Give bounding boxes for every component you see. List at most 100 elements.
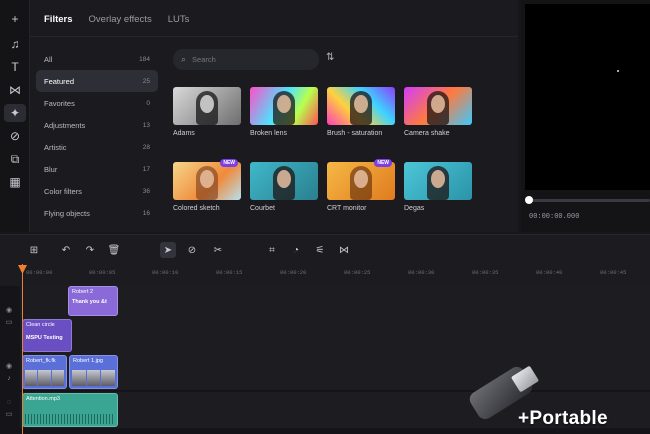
select-tool-icon[interactable]: ➤ (160, 242, 176, 258)
ruler-tick: 00:00:45 (600, 269, 627, 276)
clip-title: Robert_fk.fk (26, 358, 56, 364)
category-count: 0 (146, 99, 150, 107)
filter-card-broken-lens[interactable]: Broken lens (250, 87, 318, 137)
filter-label: Adams (173, 130, 195, 137)
tab-overlay-effects[interactable]: Overlay effects (89, 14, 152, 25)
preview-screen[interactable] (525, 4, 650, 190)
transition-icon[interactable]: ⋈ (336, 242, 352, 258)
stickers-icon[interactable]: ⊘ (4, 127, 26, 145)
crop-icon[interactable]: ⌗ (264, 242, 280, 258)
sort-icon[interactable]: ⇅ (326, 52, 340, 66)
effects-icon[interactable]: ✦ (4, 104, 26, 122)
filter-card-brush-saturation[interactable]: Brush - saturation (327, 87, 395, 137)
filter-card-adams[interactable]: Adams (173, 87, 241, 137)
track-visibility-icon[interactable]: ◉ (2, 362, 16, 372)
ruler-tick: 00:00:20 (280, 269, 307, 276)
category-all[interactable]: All 184 (36, 48, 158, 70)
category-list: All 184 Featured 25 Favorites 0 Adjustments… (36, 48, 158, 224)
category-count: 16 (142, 209, 150, 217)
ruler-tick: 00:00:00 (26, 269, 53, 276)
ripple-tool-icon[interactable]: ⊘ (184, 242, 200, 258)
category-count: 25 (142, 77, 150, 85)
ruler-tick: 00:00:05 (89, 269, 116, 276)
add-track-icon[interactable]: ⊞ (26, 242, 42, 258)
cut-icon[interactable]: ✂ (210, 242, 226, 258)
category-count: 28 (142, 143, 150, 151)
video-clip[interactable]: Robert_fk.fk (22, 355, 67, 389)
playhead[interactable] (22, 264, 23, 434)
watermark-text: +Portable (518, 408, 608, 429)
category-favorites[interactable]: Favorites 0 (36, 92, 158, 114)
clip-title: Robert 2 (72, 289, 94, 295)
ruler-tick: 00:00:40 (536, 269, 563, 276)
clip-title: Robert 1.jpg (73, 358, 103, 364)
effects-panel: Filters Overlay effects LUTs All 184 Feat… (30, 0, 518, 232)
music-icon[interactable]: ♫ (4, 35, 26, 53)
clip-thumbnails (25, 370, 64, 386)
filter-label: Degas (404, 205, 425, 212)
category-featured[interactable]: Featured 25 (36, 70, 158, 92)
video-clip[interactable]: Robert 1.jpg (69, 355, 118, 389)
track-mute-icon[interactable]: ◌ (2, 398, 16, 408)
category-label: Blur (44, 164, 58, 174)
more-tools-icon[interactable]: ▦ (4, 173, 26, 191)
category-color-filters[interactable]: Color filters 36 (36, 180, 158, 202)
transitions-icon[interactable]: ⋈ (4, 81, 26, 99)
track-visibility-icon[interactable]: ◉ (2, 306, 16, 316)
filter-thumbnail (404, 87, 472, 125)
category-label: Color filters (44, 186, 82, 196)
preview-timecode: 00:00:00.000 (529, 213, 580, 221)
category-count: 184 (139, 55, 150, 63)
scrubber-knob[interactable] (525, 196, 533, 204)
search-input[interactable] (192, 55, 303, 64)
track-mute-icon[interactable]: ♪ (2, 374, 16, 384)
panel-tabs: Filters Overlay effects LUTs (44, 14, 189, 25)
ruler-tick: 00:00:25 (344, 269, 371, 276)
undo-icon[interactable]: ↶ (58, 242, 74, 258)
search-icon: ⌕ (181, 54, 187, 64)
audio-clip[interactable]: Attention.mp3 (22, 393, 118, 427)
filter-card-courbet[interactable]: Courbet (250, 162, 318, 212)
filter-card-degas[interactable]: Degas (404, 162, 472, 212)
category-flying-objects[interactable]: Flying objects 16 (36, 202, 158, 224)
filter-thumbnail (404, 162, 472, 200)
speed-icon[interactable]: ◔ (288, 242, 304, 258)
filter-label: Broken lens (250, 130, 287, 137)
text-clip[interactable]: Robert 2 Thank you &t (68, 286, 118, 316)
tool-rail: + ♫ T ⋈ ✦ ⊘ ⧉ ▦ (0, 0, 30, 232)
text-track-2 (20, 318, 650, 354)
category-artistic[interactable]: Artistic 28 (36, 136, 158, 158)
preview-scrubber[interactable] (525, 196, 650, 204)
add-media-icon[interactable]: + (4, 10, 26, 28)
tab-filters[interactable]: Filters (44, 14, 73, 25)
ruler-tick: 00:00:30 (408, 269, 435, 276)
clip-subtitle: Thank you &t (72, 299, 107, 305)
redo-icon[interactable]: ↷ (82, 242, 98, 258)
category-adjustments[interactable]: Adjustments 13 (36, 114, 158, 136)
track-lock-icon[interactable]: ▭ (2, 318, 16, 328)
delete-icon[interactable]: 🗑 (106, 242, 122, 258)
filter-card-camera-shake[interactable]: Camera shake (404, 87, 472, 137)
text-icon[interactable]: T (4, 58, 26, 76)
audio-waveform (25, 414, 115, 424)
category-blur[interactable]: Blur 17 (36, 158, 158, 180)
text-clip[interactable]: Clean circle MSPU Testing (22, 319, 72, 352)
filter-thumbnail (327, 162, 395, 200)
filter-card-crt-monitor[interactable]: NEW CRT monitor (327, 159, 395, 212)
track-lock-icon[interactable]: ▭ (2, 410, 16, 420)
filter-label: Colored sketch (173, 205, 220, 212)
clip-subtitle: MSPU Testing (26, 335, 63, 341)
adjust-icon[interactable]: ⚟ (312, 242, 328, 258)
timeline-ruler[interactable]: 00:00:00 00:00:05 00:00:10 00:00:15 00:0… (0, 264, 650, 286)
filter-thumbnail (173, 87, 241, 125)
category-label: Featured (44, 76, 75, 86)
filter-card-colored-sketch[interactable]: NEW Colored sketch (173, 159, 241, 212)
filter-label: Brush - saturation (327, 130, 383, 137)
filter-label: Courbet (250, 205, 275, 212)
portable-watermark: +Portable (462, 363, 642, 432)
preview-panel: 00:00:00.000 (521, 0, 650, 232)
elements-icon[interactable]: ⧉ (4, 150, 26, 168)
tab-luts[interactable]: LUTs (168, 14, 190, 25)
search-box[interactable]: ⌕ (173, 49, 319, 70)
preview-dot (617, 70, 619, 72)
